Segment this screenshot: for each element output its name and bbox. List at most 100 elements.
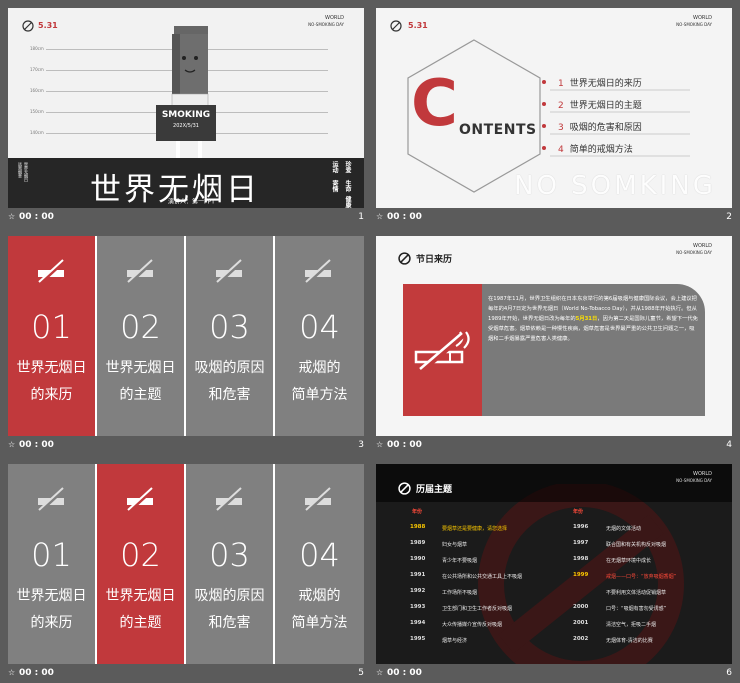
theme-text: 妇女与烟草 [442,542,468,548]
date-label: 5.31 [38,21,58,30]
tile-number: 04 [299,536,340,574]
no-smoking-icon [305,258,334,284]
world-label: WORLD [693,243,712,249]
tile-label-line1: 世界无烟日 [16,588,87,604]
toc-num: 4 [558,145,564,155]
slide-timing: 00 : 00 [19,212,54,222]
nsd-label: NO-SMOKING DAY [676,478,712,483]
theme-text: 要烟草还是要健康，请您选择 [442,526,508,532]
section-tile-3: 03 吸烟的原因 和危害 [186,236,273,436]
toc-num: 1 [558,79,564,89]
theme-year: 2001 [573,620,589,626]
slide-number: 1 [358,212,364,222]
theme-year: 1992 [410,588,426,594]
no-smoking-icon [305,486,334,512]
slide-caption: ☆ 00 : 00 3 [8,439,364,455]
no-smoking-icon [398,252,411,265]
slide-6: 历届主题 WORLD NO-SMOKING DAY 年份 年份 1988 要烟草… [376,464,732,664]
section-tile-2: 02 世界无烟日 的主题 [97,464,184,664]
toc-item-1[interactable]: 1 世界无烟日的来历 [558,76,642,89]
slide-number: 5 [358,668,364,678]
world-label: WORLD [693,471,712,477]
theme-text: 联合国和有关机构反对吸烟 [606,542,667,548]
sign-date: 202X/5/31 [173,123,199,129]
nsd-label: NO-SMOKING DAY [676,22,712,27]
right-vertical-text: 寄情 [331,180,338,192]
no-smoking-icon [216,258,245,284]
star-icon[interactable]: ☆ [376,212,383,221]
tile-number: 02 [120,536,161,574]
tile-number: 01 [31,308,72,346]
tile-label-line1: 世界无烟日 [105,360,176,376]
right-vertical-text: 运动 [331,161,338,173]
no-smoking-icon [398,482,411,495]
theme-year: 2000 [573,604,589,610]
no-smoking-icon [38,486,67,512]
right-vertical-text: 珍爱 [344,161,351,173]
star-icon[interactable]: ☆ [376,440,383,449]
theme-text: 烟草与经济 [442,638,468,644]
theme-text: 不要利用文体活动促销烟草 [606,590,667,596]
slide-2: 5.31 WORLD NO-SMOKING DAY C ONTENTS 1 世界无… [376,8,732,208]
tile-label-line1: 世界无烟日 [16,360,87,376]
mugshot-sign: SMOKING 202X/5/31 [156,105,216,141]
no-smoking-icon [216,486,245,512]
tile-label-line1: 戒烟的 [298,588,341,604]
toc-label: 世界无烟日的来历 [569,79,642,89]
no-smoking-icon [127,258,156,284]
star-icon[interactable]: ☆ [8,440,15,449]
tile-label-line1: 世界无烟日 [105,588,176,604]
star-icon[interactable]: ☆ [8,212,15,221]
contents-big-c: C [411,67,458,141]
icon-panel [403,284,482,416]
watermark-text: NO SOMKING [514,171,716,201]
toc-item-4[interactable]: 4 简单的戒烟方法 [558,142,633,155]
world-label: WORLD [693,15,712,21]
tile-number: 03 [209,308,250,346]
history-paragraph: 在1987年11月，世界卫生组织在日本东京举行的第6届吸烟与健康国际会议，会上建… [488,294,698,344]
section-tile-2: 02 世界无烟日 的主题 [97,236,184,436]
ruler-label: 150cm [30,109,44,114]
slide-caption: ☆ 00 : 00 5 [8,667,364,683]
tile-number: 01 [31,536,72,574]
no-smoking-icon [390,20,402,32]
section-tile-4: 04 戒烟的 简单方法 [275,464,364,664]
theme-text: 青少年不要吸烟 [442,558,478,564]
tile-label-line2: 简单方法 [291,387,348,403]
theme-text: 无烟体育-清洁的比赛 [606,638,653,644]
ruler-label: 170cm [30,67,44,72]
tile-label-line1: 吸烟的原因 [194,360,265,376]
theme-year: 1991 [410,572,426,578]
slide-number: 6 [726,668,732,678]
toc-item-3[interactable]: 3 吸烟的危害和原因 [558,120,642,133]
slide-timing: 00 : 00 [387,212,422,222]
star-icon[interactable]: ☆ [376,668,383,677]
ruler-label: 160cm [30,88,44,93]
theme-year: 1988 [410,524,426,530]
contents-word: ONTENTS [459,122,537,138]
toc-num: 3 [558,123,564,133]
sign-title: SMOKING [161,110,211,120]
star-icon[interactable]: ☆ [8,668,15,677]
tile-number: 02 [120,308,161,346]
theme-year: 1996 [573,524,589,530]
speaker-line: 演讲人：第一PPT [168,198,215,206]
slide-caption: ☆ 00 : 00 6 [376,667,732,683]
slide-heading: 历届主题 [416,485,453,495]
section-tile-4: 04 戒烟的 简单方法 [275,236,364,436]
theme-year: 1999 [573,572,589,578]
theme-text: 工作场所不吸烟 [442,590,478,596]
world-label: WORLD [325,15,344,21]
theme-year: 1989 [410,540,426,546]
left-vertical-text: 世界无烟日 [24,162,29,182]
no-smoking-icon [127,486,156,512]
tile-label-line1: 戒烟的 [298,360,341,376]
slide-timing: 00 : 00 [19,440,54,450]
no-smoking-cigarette-icon [414,331,470,372]
theme-year: 1990 [410,556,426,562]
toc-label: 吸烟的危害和原因 [569,123,642,133]
toc-num: 2 [558,101,564,111]
toc-item-2[interactable]: 2 世界无烟日的主题 [558,98,642,111]
tile-label-line2: 和危害 [208,387,251,403]
theme-text: 无烟的文体活动 [606,526,642,532]
